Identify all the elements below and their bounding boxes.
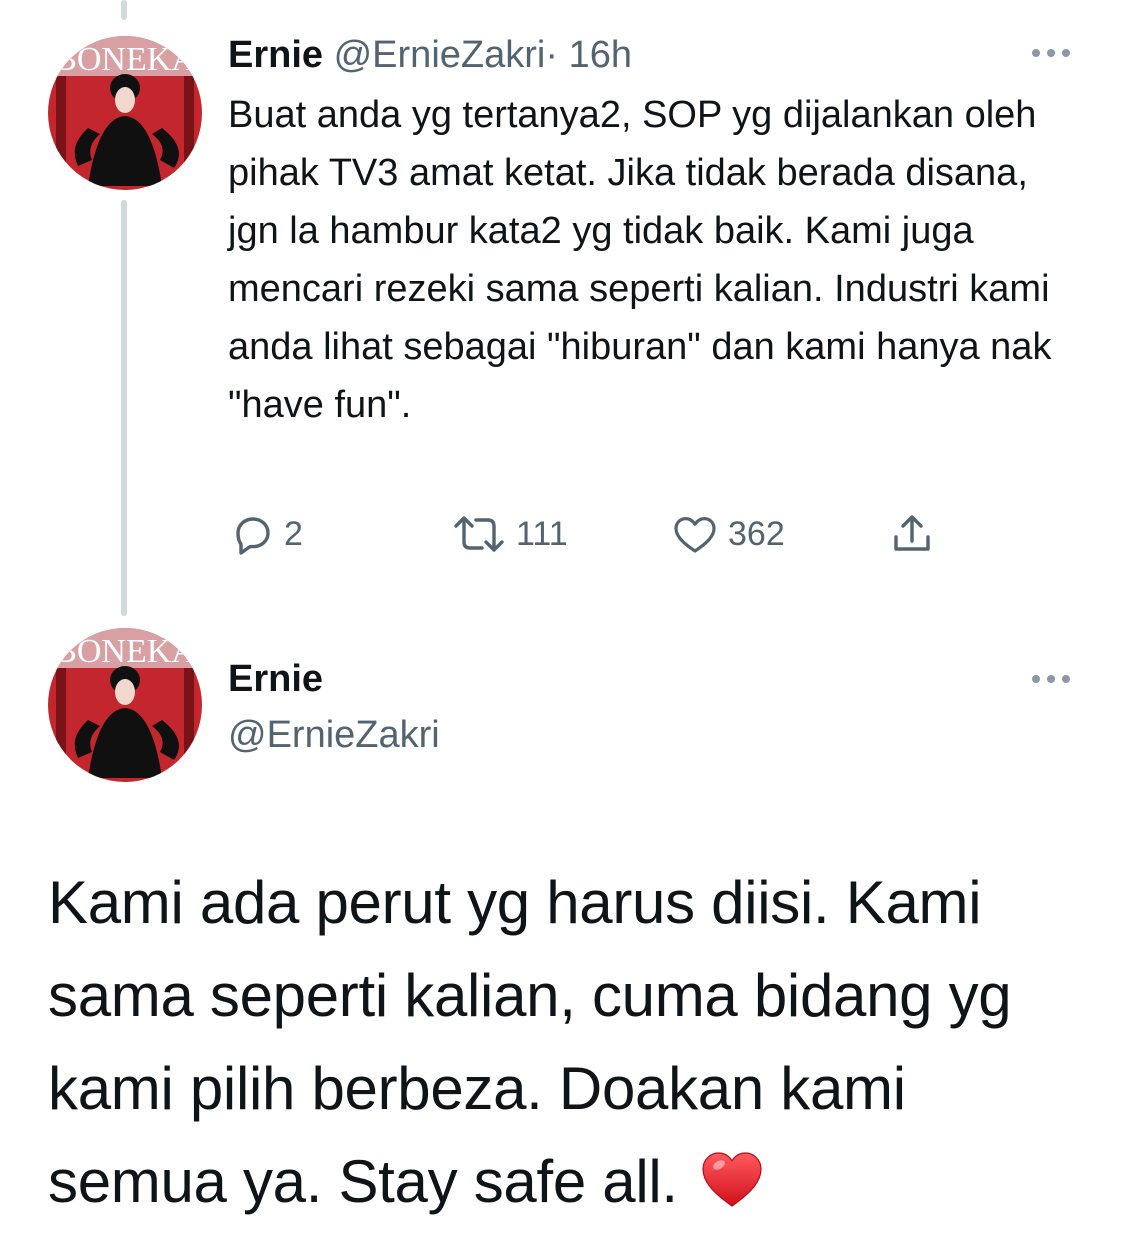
tweet-actions: 2 111 362	[228, 510, 988, 570]
avatar-image: BONEKA	[48, 628, 202, 782]
heart-icon	[674, 517, 716, 553]
display-name[interactable]: Ernie	[228, 34, 323, 76]
reply-more-button[interactable]	[1029, 672, 1073, 686]
like-button[interactable]: 362	[670, 510, 785, 558]
retweet-count: 111	[516, 514, 568, 553]
retweet-icon	[454, 516, 504, 552]
thread-line-top	[121, 0, 127, 20]
more-icon	[1032, 675, 1070, 683]
share-icon	[894, 515, 930, 551]
time-separator: ·	[545, 34, 558, 76]
timestamp[interactable]: 16h	[569, 34, 632, 76]
thread-line-connector	[121, 200, 127, 616]
like-count: 362	[728, 514, 785, 553]
reply-tweet-text: Kami ada perut yg harus diisi. Kami sama…	[48, 856, 1088, 1234]
avatar-logo-text: BONEKA	[54, 41, 196, 78]
tweet-text: Buat anda yg tertanya2, SOP yg dijalanka…	[228, 94, 1052, 426]
red-heart-emoji	[700, 1141, 764, 1234]
reply-button[interactable]: 2	[228, 510, 303, 558]
user-handle[interactable]: @ErnieZakri	[334, 34, 546, 76]
reply-user-handle[interactable]: @ErnieZakri	[228, 710, 440, 760]
avatar-logo-text: BONEKA	[54, 633, 196, 670]
avatar-image: BONEKA	[48, 36, 202, 190]
reply-display-name[interactable]: Ernie	[228, 654, 323, 704]
share-button[interactable]	[888, 510, 936, 558]
reply-count: 2	[284, 514, 303, 553]
avatar[interactable]: BONEKA	[48, 36, 202, 190]
more-button[interactable]	[1029, 46, 1073, 60]
retweet-button[interactable]: 111	[450, 510, 568, 558]
red-heart-icon	[702, 1152, 762, 1207]
reply-avatar[interactable]: BONEKA	[48, 628, 202, 782]
more-icon	[1032, 49, 1070, 57]
tweet-header: Ernie @ErnieZakri· 16h	[228, 30, 632, 80]
reply-icon	[236, 517, 270, 555]
reply-text: Kami ada perut yg harus diisi. Kami sama…	[48, 869, 1012, 1215]
